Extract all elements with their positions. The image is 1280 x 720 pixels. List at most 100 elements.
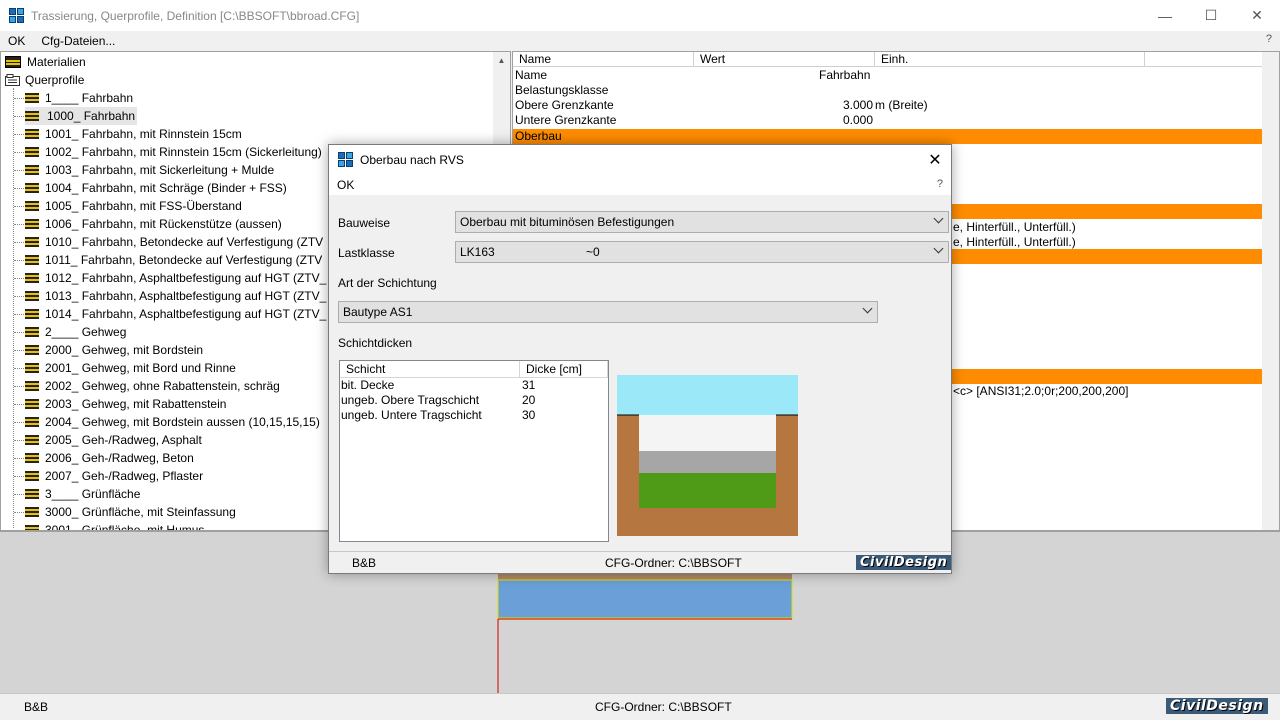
schichtdicken-label: Schichtdicken — [338, 336, 413, 350]
tree-item[interactable]: 1010_ Fahrbahn, Betondecke auf Verfestig… — [25, 233, 323, 251]
bauweise-select[interactable]: Oberbau mit bituminösen Befestigungen — [455, 211, 949, 233]
tree-item-label: 2007_ Geh-/Radweg, Pflaster — [45, 469, 204, 483]
layer-stack-icon — [25, 309, 39, 319]
tree-item[interactable]: 1003_ Fahrbahn, mit Sickerleitung + Muld… — [25, 161, 274, 179]
grid-cell-name: Obere Grenzkante — [515, 98, 614, 112]
grid-row[interactable]: Name Fahrbahn — [513, 68, 1264, 83]
dialog-menu-ok[interactable]: OK — [329, 178, 362, 192]
tree-node-cross-sections[interactable]: Querprofile — [5, 71, 84, 89]
lastklasse-label: Lastklasse — [338, 246, 395, 260]
tree-guide-line — [14, 350, 24, 351]
grid-cell-value: Fahrbahn — [819, 68, 871, 82]
layer-stack-icon — [25, 111, 39, 121]
maximize-icon[interactable]: ☐ — [1188, 0, 1234, 31]
layer-table-header: Schicht Dicke [cm] — [340, 361, 608, 378]
tree-item-label: 2____ Gehweg — [45, 325, 127, 339]
materials-icon — [5, 56, 21, 68]
grid-cell-value: 3.000 — [843, 98, 874, 112]
art-der-schichtung-select[interactable]: Bautype AS1 — [338, 301, 878, 323]
grid-cell-value: e, Hinterfüll., Unterfüll.) — [953, 220, 1076, 234]
close-icon[interactable]: ✕ — [1234, 0, 1280, 31]
tree-item[interactable]: 3001_ Grünfläche, mit Humus — [25, 521, 204, 530]
tree-item[interactable]: 1000_ Fahrbahn — [25, 107, 138, 125]
grid-col-name[interactable]: Name — [513, 52, 694, 66]
tree-item[interactable]: 2004_ Gehweg, mit Bordstein aussen (10,1… — [25, 413, 320, 431]
preview-layer — [497, 579, 793, 619]
lastklasse-select[interactable]: LK163 ~0 — [455, 241, 949, 263]
tree-guide-line — [14, 332, 24, 333]
tree-guide-line — [14, 152, 24, 153]
grid-col-value[interactable]: Wert — [694, 52, 875, 66]
grid-row[interactable]: Belastungsklasse — [513, 83, 1264, 98]
grid-scrollbar[interactable] — [1262, 52, 1279, 530]
tree-item[interactable]: 3000_ Grünfläche, mit Steinfassung — [25, 503, 236, 521]
statusbar: B&B CFG-Ordner: C:\BBSOFT CivilDesign — [0, 693, 1280, 720]
tree-guide-line — [14, 296, 24, 297]
dialog-close-icon[interactable]: ✕ — [919, 145, 951, 175]
grid-cell-value: 0.000 — [843, 113, 874, 127]
tree-item-label: 2002_ Gehweg, ohne Rabattenstein, schräg — [45, 379, 280, 393]
tree-item[interactable]: 1____ Fahrbahn — [25, 89, 133, 107]
layer-col-schicht[interactable]: Schicht — [340, 361, 520, 377]
tree-item[interactable]: 2005_ Geh-/Radweg, Asphalt — [25, 431, 202, 449]
tree-item[interactable]: 2001_ Gehweg, mit Bord und Rinne — [25, 359, 236, 377]
layer-thickness: 31 — [522, 378, 536, 392]
tree-item[interactable]: 1013_ Fahrbahn, Asphaltbefestigung auf H… — [25, 287, 326, 305]
table-row[interactable]: bit. Decke 31 — [341, 378, 607, 393]
grid-row[interactable]: <c> [ANSI31;2.0;0r;200,200,200] — [953, 384, 1263, 399]
grid-row[interactable]: Untere Grenzkante 0.000 — [513, 113, 1264, 128]
layer-stack-icon — [25, 381, 39, 391]
layer-thickness: 30 — [522, 408, 536, 422]
tree-item[interactable]: 1012_ Fahrbahn, Asphaltbefestigung auf H… — [25, 269, 326, 287]
grid-row[interactable]: e, Hinterfüll., Unterfüll.) — [953, 220, 1263, 235]
tree-item[interactable]: 2007_ Geh-/Radweg, Pflaster — [25, 467, 203, 485]
tree-item[interactable]: 1001_ Fahrbahn, mit Rinnstein 15cm — [25, 125, 242, 143]
layer-stack-icon — [25, 471, 39, 481]
dialog-menu-help[interactable]: ? — [937, 178, 943, 190]
layer-sketch — [617, 375, 798, 536]
scroll-up-icon[interactable]: ▲ — [493, 52, 510, 69]
tree-node-materials[interactable]: Materialien — [5, 53, 86, 71]
tree-item-label: 3000_ Grünfläche, mit Steinfassung — [45, 505, 236, 519]
minimize-icon[interactable]: — — [1142, 0, 1188, 31]
grid-row-selected[interactable]: Oberbau — [513, 129, 1264, 144]
tree-item[interactable]: 1011_ Fahrbahn, Betondecke auf Verfestig… — [25, 251, 322, 269]
layer-col-dicke[interactable]: Dicke [cm] — [520, 361, 608, 377]
tree-label: Materialien — [27, 55, 86, 69]
civildesign-logo: CivilDesign — [856, 555, 952, 570]
tree-item[interactable]: 2____ Gehweg — [25, 323, 126, 341]
layer-stack-icon — [25, 291, 39, 301]
layer-stack-icon — [25, 201, 39, 211]
layer-thickness-table[interactable]: Schicht Dicke [cm] bit. Decke 31 ungeb. … — [339, 360, 609, 542]
tree-item[interactable]: 1006_ Fahrbahn, mit Rückenstütze (aussen… — [25, 215, 282, 233]
tree-guide-line — [14, 206, 24, 207]
tree-item-label: 2001_ Gehweg, mit Bord und Rinne — [45, 361, 236, 375]
tree-item[interactable]: 3____ Grünfläche — [25, 485, 140, 503]
grid-col-unit[interactable]: Einh. — [875, 52, 1145, 66]
window-titlebar: Trassierung, Querprofile, Definition [C:… — [0, 0, 1280, 31]
lastklasse-extra: ~0 — [586, 245, 600, 259]
menu-ok[interactable]: OK — [0, 34, 33, 48]
tree-item-label: 1014_ Fahrbahn, Asphaltbefestigung auf H… — [45, 307, 327, 321]
layer-stack-icon — [25, 273, 39, 283]
tree-item[interactable]: 2002_ Gehweg, ohne Rabattenstein, schräg — [25, 377, 280, 395]
menu-help[interactable]: ? — [1266, 33, 1272, 45]
grid-cell-name: Oberbau — [515, 129, 562, 143]
grid-row[interactable]: e, Hinterfüll., Unterfüll.) — [953, 235, 1263, 250]
table-row[interactable]: ungeb. Untere Tragschicht 30 — [341, 408, 607, 423]
tree-item[interactable]: 2003_ Gehweg, mit Rabattenstein — [25, 395, 226, 413]
app-logo-icon — [338, 152, 354, 168]
grid-row[interactable]: Obere Grenzkante 3.000 m (Breite) — [513, 98, 1264, 113]
layer-stack-icon — [25, 507, 39, 517]
table-row[interactable]: ungeb. Obere Tragschicht 20 — [341, 393, 607, 408]
tree-item[interactable]: 1002_ Fahrbahn, mit Rinnstein 15cm (Sick… — [25, 143, 322, 161]
tree-item[interactable]: 2006_ Geh-/Radweg, Beton — [25, 449, 194, 467]
layer-stack-icon — [25, 183, 39, 193]
tree-item[interactable]: 1005_ Fahrbahn, mit FSS-Überstand — [25, 197, 242, 215]
tree-item-label: 1____ Fahrbahn — [45, 91, 134, 105]
tree-item[interactable]: 1004_ Fahrbahn, mit Schräge (Binder + FS… — [25, 179, 287, 197]
tree-item[interactable]: 1014_ Fahrbahn, Asphaltbefestigung auf H… — [25, 305, 326, 323]
tree-item[interactable]: 2000_ Gehweg, mit Bordstein — [25, 341, 203, 359]
menu-cfg-files[interactable]: Cfg-Dateien... — [33, 34, 123, 48]
tree-guide-line — [14, 278, 24, 279]
